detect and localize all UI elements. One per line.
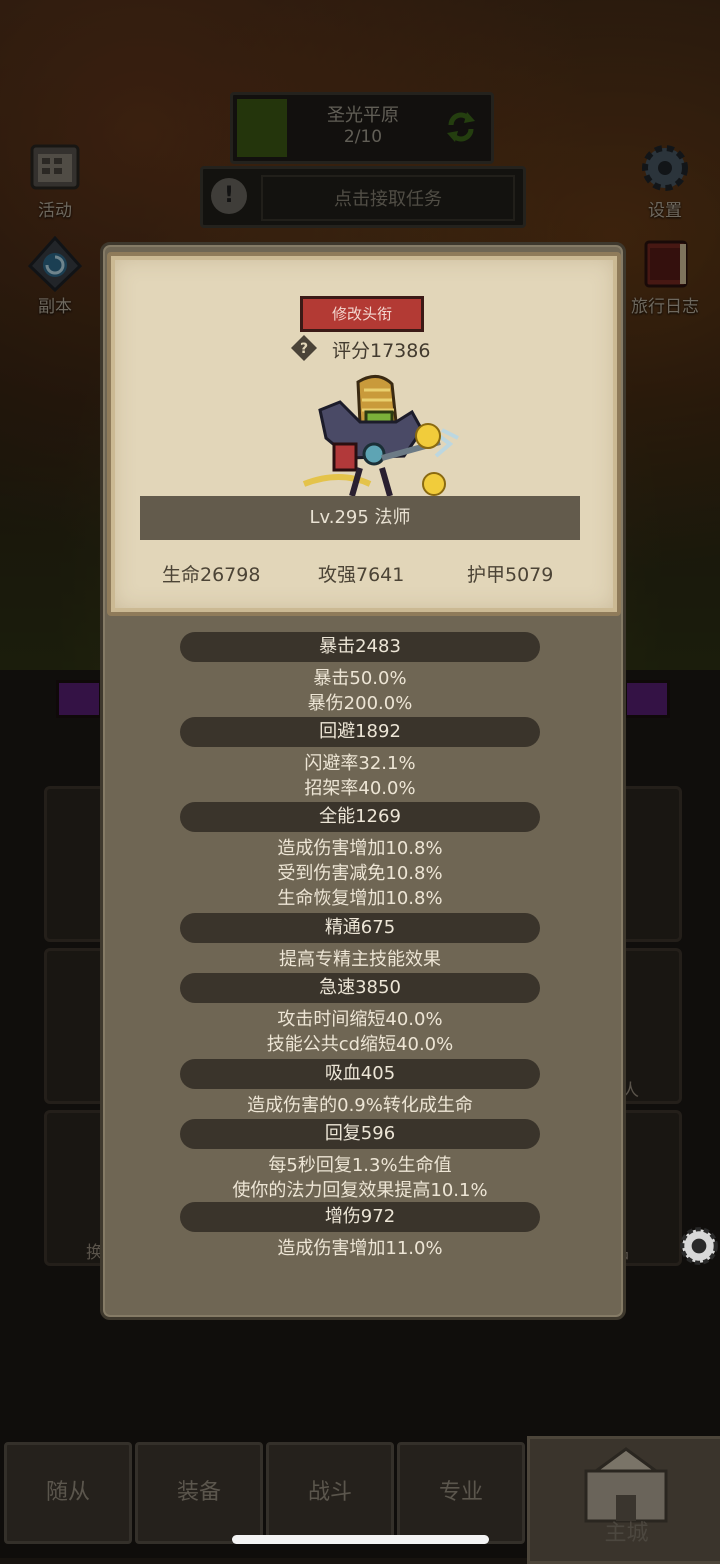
score-row: ? 评分17386 (290, 334, 450, 362)
stat-header-mastery: 精通675 (180, 913, 540, 943)
armor-stat: 护甲5079 (467, 564, 554, 586)
stat-header-crit: 暴击2483 (180, 632, 540, 662)
stat-header-haste: 急速3850 (180, 973, 540, 1003)
change-title-button[interactable]: 修改头衔 (300, 296, 424, 332)
stat-detail: 暴击50.0% (313, 668, 407, 689)
stat-header-avoidance: 回避1892 (180, 717, 540, 747)
stat-detail: 提高专精主技能效果 (279, 949, 441, 970)
stat-detail: 造成伤害的0.9%转化成生命 (247, 1095, 473, 1116)
level-class-banner: Lv.295 法师 (140, 496, 580, 540)
auto-battle-gear-icon[interactable] (678, 1206, 720, 1286)
stat-detail: 受到伤害减免10.8% (277, 863, 443, 884)
score-value: 评分17386 (332, 340, 431, 362)
nav-followers[interactable]: 随从 (4, 1442, 132, 1544)
castle-icon (584, 1447, 668, 1523)
stat-detail: 造成伤害增加11.0% (277, 1238, 443, 1259)
nav-equipment[interactable]: 装备 (135, 1442, 263, 1544)
stat-detail: 每5秒回复1.3%生命值 (268, 1155, 452, 1176)
nav-main-city[interactable]: 主城 (527, 1436, 720, 1564)
hp-stat: 生命26798 (162, 564, 261, 586)
stat-detail: 技能公共cd缩短40.0% (266, 1034, 454, 1055)
stat-header-regen: 回复596 (180, 1119, 540, 1149)
nav-profession[interactable]: 专业 (397, 1442, 525, 1544)
mage-character-sprite (302, 375, 459, 497)
help-icon[interactable]: ? (290, 334, 318, 362)
stat-detail: 生命恢复增加10.8% (277, 888, 443, 909)
stat-header-lifesteal: 吸血405 (180, 1059, 540, 1089)
nav-battle[interactable]: 战斗 (266, 1442, 394, 1544)
stat-header-versatility: 全能1269 (180, 802, 540, 832)
stat-detail: 造成伤害增加10.8% (277, 838, 443, 859)
stat-detail: 攻击时间缩短40.0% (277, 1009, 443, 1030)
home-indicator[interactable] (232, 1535, 489, 1544)
nav-main-city-label: 主城 (604, 1521, 649, 1546)
stat-detail: 闪避率32.1% (304, 753, 416, 774)
stat-detail: 暴伤200.0% (307, 693, 413, 714)
svg-text:?: ? (300, 341, 308, 357)
attack-stat: 攻强7641 (318, 564, 405, 586)
stat-detail: 使你的法力回复效果提高10.1% (232, 1180, 488, 1201)
stat-detail: 招架率40.0% (304, 778, 416, 799)
stat-header-damage-bonus: 增伤972 (180, 1202, 540, 1232)
